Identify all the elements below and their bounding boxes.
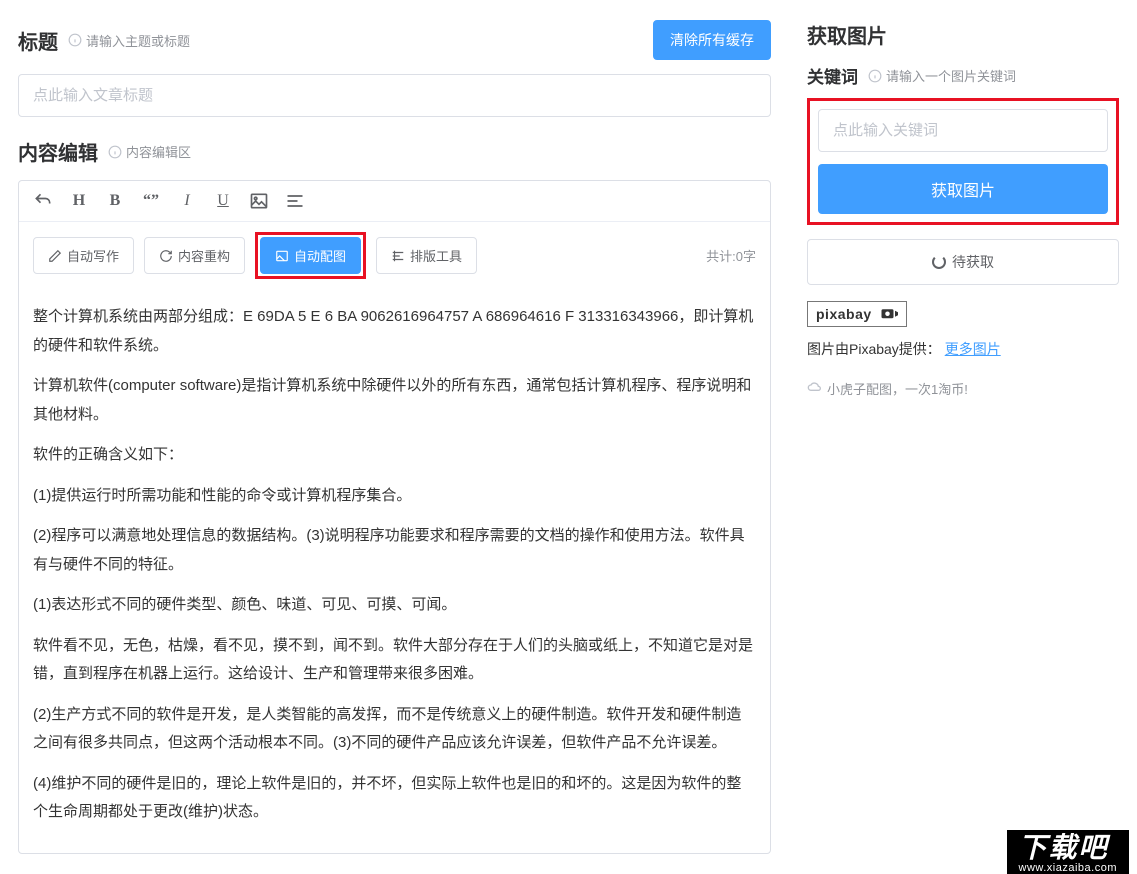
auto-image-button[interactable]: 自动配图 xyxy=(260,237,361,274)
format-toolbar: H B “” I U xyxy=(19,181,770,222)
info-icon xyxy=(108,145,122,159)
footer-note: 小虎子配图，一次1淘币! xyxy=(807,379,1119,398)
info-icon xyxy=(68,33,82,47)
editor-hint: 内容编辑区 xyxy=(108,142,191,161)
camera-icon xyxy=(880,306,898,322)
editor-box: H B “” I U 自动写作 内容重构 xyxy=(18,180,771,854)
char-count: 共计:0字 xyxy=(706,246,756,265)
title-input[interactable] xyxy=(18,74,771,117)
content-paragraph: (2)程序可以满意地处理信息的数据结构。(3)说明程序功能要求和程序需要的文档的… xyxy=(33,522,756,579)
keyword-header: 关键词 请输入一个图片关键词 xyxy=(807,63,1119,88)
undo-icon[interactable] xyxy=(33,191,53,211)
clear-cache-button[interactable]: 清除所有缓存 xyxy=(653,20,771,60)
content-paragraph: (2)生产方式不同的软件是开发，是人类智能的高发挥，而不是传统意义上的硬件制造。… xyxy=(33,701,756,758)
editor-header: 内容编辑 内容编辑区 xyxy=(18,137,771,166)
content-paragraph: (4)维护不同的硬件是旧的，理论上软件是旧的，并不坏，但实际上软件也是旧的和坏的… xyxy=(33,770,756,827)
image-plus-icon xyxy=(275,249,289,263)
more-images-link[interactable]: 更多图片 xyxy=(945,341,1001,357)
editor-label: 内容编辑 xyxy=(18,137,98,166)
title-label: 标题 xyxy=(18,26,58,55)
keyword-hint: 请输入一个图片关键词 xyxy=(868,66,1016,85)
keyword-input[interactable] xyxy=(818,109,1108,152)
quote-icon[interactable]: “” xyxy=(141,191,161,211)
pencil-icon xyxy=(48,249,62,263)
content-paragraph: 整个计算机系统由两部分组成：E 69DA 5 E 6 BA 9062616964… xyxy=(33,303,756,360)
spinner-icon xyxy=(932,255,946,269)
watermark: 下载吧 www.xiazaiba.com xyxy=(1007,830,1129,874)
fetch-highlight: 获取图片 xyxy=(807,98,1119,225)
auto-image-highlight: 自动配图 xyxy=(255,232,366,279)
content-paragraph: 软件的正确含义如下： xyxy=(33,441,756,470)
underline-icon[interactable]: U xyxy=(213,191,233,211)
cloud-icon xyxy=(807,380,823,397)
info-icon xyxy=(868,69,882,83)
content-area[interactable]: 整个计算机系统由两部分组成：E 69DA 5 E 6 BA 9062616964… xyxy=(19,289,770,853)
content-paragraph: 软件看不见，无色，枯燥，看不见，摸不到，闻不到。软件大部分存在于人们的头脑或纸上… xyxy=(33,632,756,689)
content-paragraph: (1)提供运行时所需功能和性能的命令或计算机程序集合。 xyxy=(33,482,756,511)
title-hint: 请输入主题或标题 xyxy=(68,31,190,50)
bold-icon[interactable]: B xyxy=(105,191,125,211)
fetch-image-button[interactable]: 获取图片 xyxy=(818,164,1108,214)
keyword-label: 关键词 xyxy=(807,63,858,88)
credit-line: 图片由Pixabay提供： 更多图片 xyxy=(807,339,1119,359)
title-header: 标题 请输入主题或标题 清除所有缓存 xyxy=(18,20,771,60)
image-icon[interactable] xyxy=(249,191,269,211)
layout-tool-button[interactable]: 排版工具 xyxy=(376,237,477,274)
content-paragraph: 计算机软件(computer software)是指计算机系统中除硬件以外的所有… xyxy=(33,372,756,429)
fetch-image-title: 获取图片 xyxy=(807,20,887,49)
layout-icon xyxy=(391,249,405,263)
pixabay-badge: pixabay xyxy=(807,301,907,327)
refresh-icon xyxy=(159,249,173,263)
heading-icon[interactable]: H xyxy=(69,191,89,211)
fetch-image-header: 获取图片 xyxy=(807,20,1119,49)
auto-write-button[interactable]: 自动写作 xyxy=(33,237,134,274)
align-left-icon[interactable] xyxy=(285,191,305,211)
content-rebuild-button[interactable]: 内容重构 xyxy=(144,237,245,274)
action-toolbar: 自动写作 内容重构 自动配图 排版工具 共计:0字 xyxy=(19,222,770,289)
content-paragraph: (1)表达形式不同的硬件类型、颜色、味道、可见、可摸、可闻。 xyxy=(33,591,756,620)
fetch-status: 待获取 xyxy=(807,239,1119,285)
italic-icon[interactable]: I xyxy=(177,191,197,211)
